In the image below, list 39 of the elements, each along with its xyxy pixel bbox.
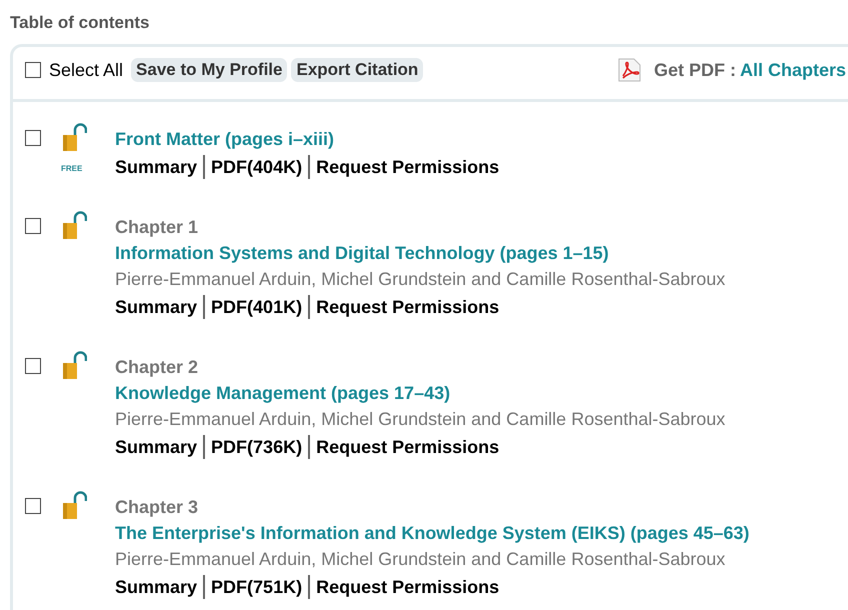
pdf-file-icon: [618, 58, 642, 82]
entry-link[interactable]: Summary: [115, 292, 198, 322]
entry-link[interactable]: Summary: [115, 152, 198, 182]
entry-link[interactable]: Summary: [115, 572, 198, 602]
entry-link[interactable]: PDF(736K): [211, 432, 302, 462]
padlock-icon: [61, 350, 87, 380]
chapter-title-link[interactable]: Knowledge Management (pages 17–43): [115, 380, 726, 406]
free-tag: FREE: [61, 165, 82, 173]
section-heading: Table of contents: [9, 12, 150, 34]
checkbox[interactable]: [25, 358, 41, 374]
author-list: Pierre-Emmanuel Arduin, Michel Grundstein and Camille Rosenthal-Sabroux: [115, 406, 726, 432]
chapter-label: Chapter 2: [115, 356, 200, 379]
all-chapters-link[interactable]: All Chapters: [740, 56, 846, 84]
checkbox[interactable]: [25, 218, 41, 234]
padlock-icon: [61, 490, 87, 520]
padlock-icon: [61, 122, 87, 152]
checkbox-label[interactable]: Select All: [49, 56, 124, 84]
chapter-label: Chapter 1: [115, 216, 200, 239]
toolbar-button[interactable]: Save to My Profile: [131, 58, 288, 82]
entry-link[interactable]: PDF(404K): [211, 152, 302, 182]
author-list: Pierre-Emmanuel Arduin, Michel Grundstein and Camille Rosenthal-Sabroux: [115, 546, 750, 572]
author-list: Pierre-Emmanuel Arduin, Michel Grundstein and Camille Rosenthal-Sabroux: [115, 266, 726, 292]
checkbox[interactable]: [25, 130, 41, 146]
pdf-label: Get PDF :: [654, 58, 736, 82]
entry-link[interactable]: Request Permissions: [316, 152, 500, 182]
entry-link[interactable]: Request Permissions: [316, 432, 500, 462]
entry-link[interactable]: PDF(751K): [211, 572, 302, 602]
padlock-icon: [61, 210, 87, 240]
entry-link[interactable]: Summary: [115, 432, 198, 462]
chapter-title-link[interactable]: Information Systems and Digital Technology (pages 1–15): [115, 240, 726, 266]
checkbox[interactable]: [25, 62, 41, 78]
chapter-label: Chapter 3: [115, 496, 200, 519]
chapter-title-link[interactable]: The Enterprise's Information and Knowledge System (EIKS) (pages 45–63): [115, 520, 750, 546]
checkbox[interactable]: [25, 498, 41, 514]
entry-link[interactable]: PDF(401K): [211, 292, 302, 322]
entry-link[interactable]: Request Permissions: [316, 292, 500, 322]
toolbar-button[interactable]: Export Citation: [291, 58, 424, 82]
entry-link[interactable]: Request Permissions: [316, 572, 500, 602]
chapter-title-link[interactable]: Front Matter (pages i–xiii): [115, 126, 500, 152]
